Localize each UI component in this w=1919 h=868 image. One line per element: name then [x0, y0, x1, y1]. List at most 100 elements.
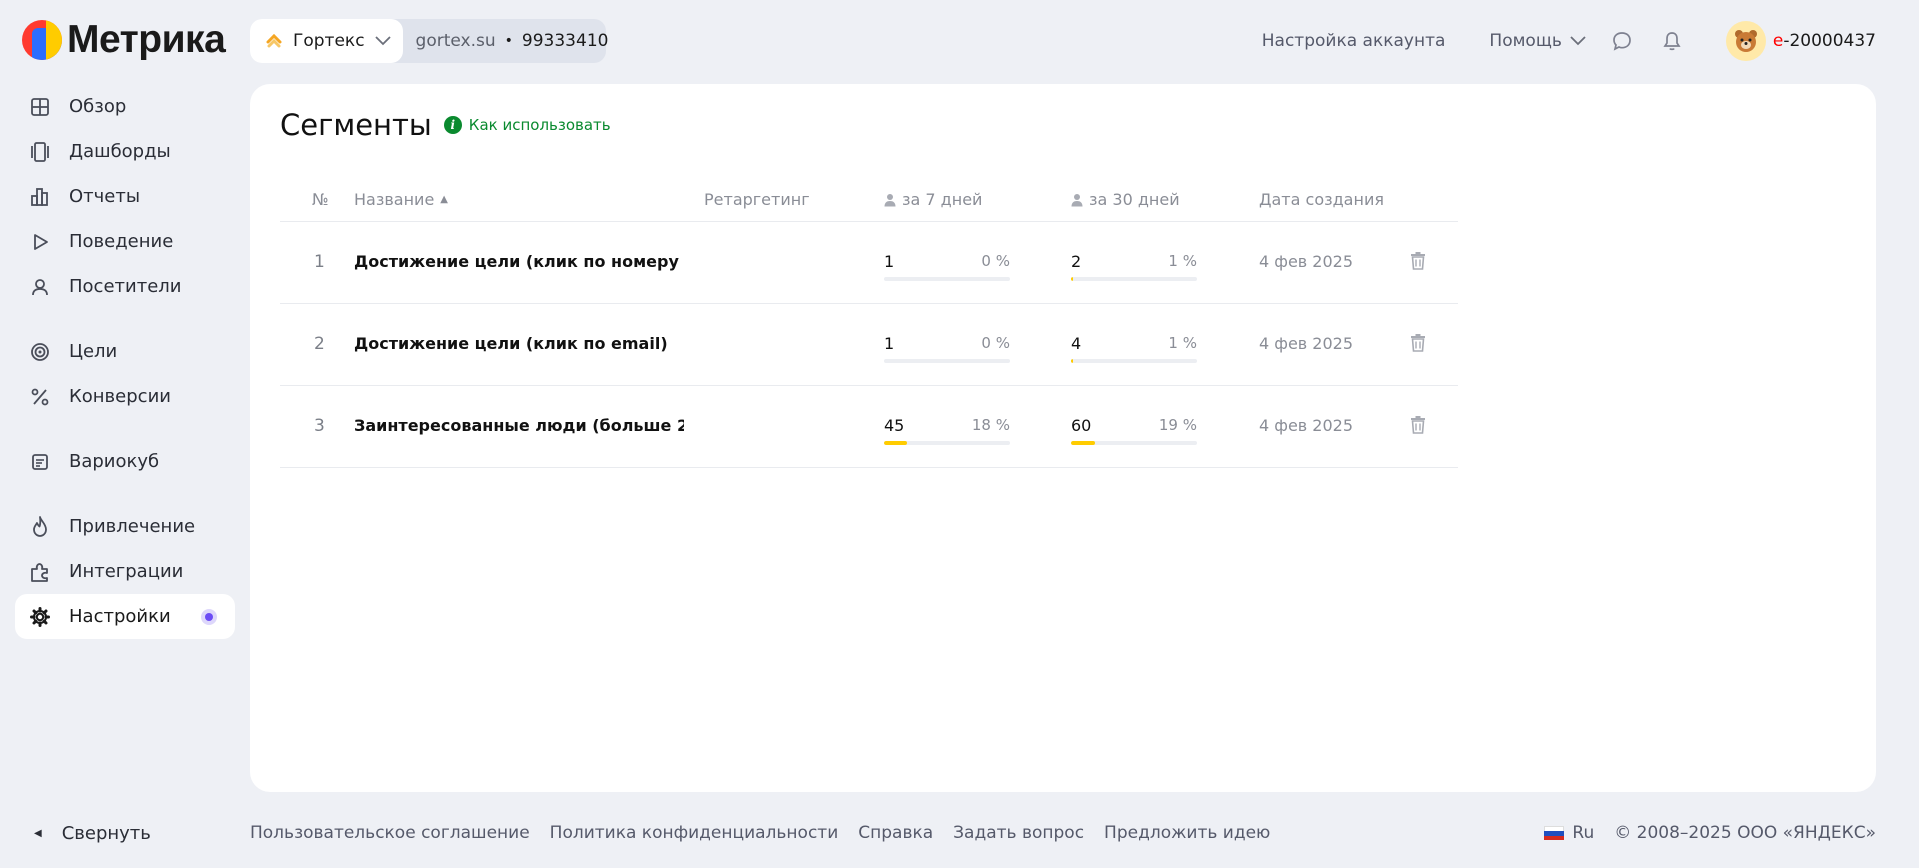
sidebar-item-label: Цели — [69, 341, 118, 362]
sidebar-item-variocube[interactable]: Вариокуб — [15, 439, 235, 484]
progress-track — [1071, 359, 1197, 363]
metric-percent: 0 % — [981, 252, 1010, 270]
counter-site: gortex.su — [415, 31, 496, 51]
play-icon — [29, 231, 51, 253]
username-rest: -20000437 — [1783, 31, 1876, 51]
language-switcher[interactable]: Ru — [1572, 823, 1594, 843]
metrika-logo-icon — [22, 20, 62, 60]
chat-icon[interactable] — [1610, 29, 1634, 53]
sidebar-item-visitors[interactable]: Посетители — [15, 264, 235, 309]
chevron-down-icon — [374, 31, 391, 51]
segments-table: № Название ▲ Ретаргетинг за 7 дней за 30… — [280, 178, 1458, 468]
progress-track — [1071, 441, 1197, 445]
counter-name: Гортекс — [293, 31, 365, 51]
column-header-7days: за 7 дней — [884, 190, 982, 209]
trash-icon[interactable] — [1408, 332, 1428, 354]
collapse-sidebar-button[interactable]: ◀ Свернуть — [34, 823, 151, 844]
sidebar-item-reports[interactable]: Отчеты — [15, 174, 235, 219]
metric-value: 60 — [1071, 416, 1092, 435]
column-header-name[interactable]: Название ▲ — [354, 190, 448, 209]
progress-track — [1071, 277, 1197, 281]
page-title: Сегменты — [280, 108, 432, 142]
trash-icon[interactable] — [1408, 250, 1428, 272]
username[interactable]: e-20000437 — [1773, 31, 1876, 51]
segment-name-link[interactable]: Достижение цели (клик по email) — [354, 334, 684, 353]
sidebar-item-integrations[interactable]: Интеграции — [15, 549, 235, 594]
percent-icon — [29, 386, 51, 408]
how-to-use-label: Как использовать — [468, 116, 611, 134]
metric-value: 1 — [884, 252, 895, 271]
username-first-letter: e — [1772, 31, 1784, 51]
row-num: 1 — [314, 252, 325, 272]
metrika-logo[interactable]: Метрика — [22, 18, 226, 62]
sidebar-item-dashboards[interactable]: Дашборды — [15, 129, 235, 174]
sidebar-item-goals[interactable]: Цели — [15, 329, 235, 374]
footer-link-idea[interactable]: Предложить идею — [1104, 823, 1270, 843]
row-num: 3 — [314, 416, 325, 436]
created-date: 4 фев 2025 — [1259, 416, 1354, 435]
sidebar-item-label: Привлечение — [69, 516, 196, 537]
counter-favicon-icon — [264, 31, 284, 51]
user-icon — [29, 276, 51, 298]
footer-link-agreement[interactable]: Пользовательское соглашение — [250, 823, 530, 843]
account-settings-link[interactable]: Настройка аккаунта — [1262, 31, 1446, 51]
help-menu[interactable]: Помощь — [1489, 31, 1586, 51]
metric-percent: 0 % — [981, 334, 1010, 352]
metric-value: 1 — [884, 334, 895, 353]
sidebar-item-label: Настройки — [69, 606, 171, 627]
metric-7days: 1 0 % — [884, 334, 1010, 363]
chevron-down-icon — [1570, 31, 1586, 51]
metric-percent: 18 % — [971, 416, 1010, 434]
metric-30days: 60 19 % — [1071, 416, 1197, 445]
bell-icon[interactable] — [1660, 29, 1684, 53]
counter-select[interactable]: Гортекс — [250, 19, 403, 63]
column-header-7days-label: за 7 дней — [902, 190, 983, 209]
title-row: Сегменты i Как использовать — [280, 108, 611, 142]
sidebar-item-conversions[interactable]: Конверсии — [15, 374, 235, 419]
triangle-left-icon: ◀ — [34, 828, 42, 839]
created-date: 4 фев 2025 — [1259, 334, 1354, 353]
sidebar-item-overview[interactable]: Обзор — [15, 84, 235, 129]
sidebar-item-settings[interactable]: Настройки — [15, 594, 235, 639]
logo-text: Метрика — [67, 18, 226, 61]
metric-percent: 1 % — [1168, 252, 1197, 270]
table-header: № Название ▲ Ретаргетинг за 7 дней за 30… — [280, 178, 1458, 222]
footer-link-help[interactable]: Справка — [858, 823, 933, 843]
progress-fill — [1071, 359, 1073, 363]
sidebar-item-behavior[interactable]: Поведение — [15, 219, 235, 264]
person-icon — [884, 193, 896, 207]
notification-dot — [201, 609, 217, 625]
how-to-use-link[interactable]: i Как использовать — [443, 116, 611, 134]
sidebar-item-label: Вариокуб — [69, 451, 160, 472]
russia-flag-icon — [1544, 826, 1565, 840]
sidebar: Обзор Дашборды Отчеты Поведение Посетите… — [15, 84, 235, 639]
collapse-label: Свернуть — [61, 823, 151, 844]
copyright: © 2008–2025 ООО «ЯНДЕКС» — [1614, 823, 1876, 843]
target-icon — [29, 341, 51, 363]
counter-separator: • — [504, 33, 513, 49]
puzzle-icon — [29, 561, 51, 583]
avatar[interactable] — [1725, 21, 1766, 61]
main-card: Сегменты i Как использовать № Название ▲… — [250, 84, 1876, 792]
segment-name-link[interactable]: Заинтересованные люди (больше 20 с... — [354, 416, 684, 435]
counter-id: 99333410 — [521, 31, 609, 51]
sidebar-item-label: Интеграции — [69, 561, 184, 582]
bar-chart-icon — [29, 186, 51, 208]
sidebar-item-label: Поведение — [69, 231, 174, 252]
person-icon — [1071, 193, 1083, 207]
column-header-num: № — [312, 190, 329, 209]
progress-fill — [1071, 277, 1073, 281]
footer-link-ask[interactable]: Задать вопрос — [953, 823, 1084, 843]
metric-percent: 1 % — [1168, 334, 1197, 352]
variocube-icon — [29, 451, 51, 473]
metric-value: 4 — [1071, 334, 1082, 353]
sidebar-item-label: Конверсии — [69, 386, 171, 407]
segment-name-link[interactable]: Достижение цели (клик по номеру те... — [354, 252, 684, 271]
metric-7days: 1 0 % — [884, 252, 1010, 281]
sidebar-item-acquisition[interactable]: Привлечение — [15, 504, 235, 549]
footer-link-privacy[interactable]: Политика конфиденциальности — [550, 823, 839, 843]
table-row: 3 Заинтересованные люди (больше 20 с... … — [280, 386, 1458, 468]
column-header-created: Дата создания — [1259, 190, 1384, 209]
trash-icon[interactable] — [1408, 414, 1428, 436]
progress-track — [884, 441, 1010, 445]
